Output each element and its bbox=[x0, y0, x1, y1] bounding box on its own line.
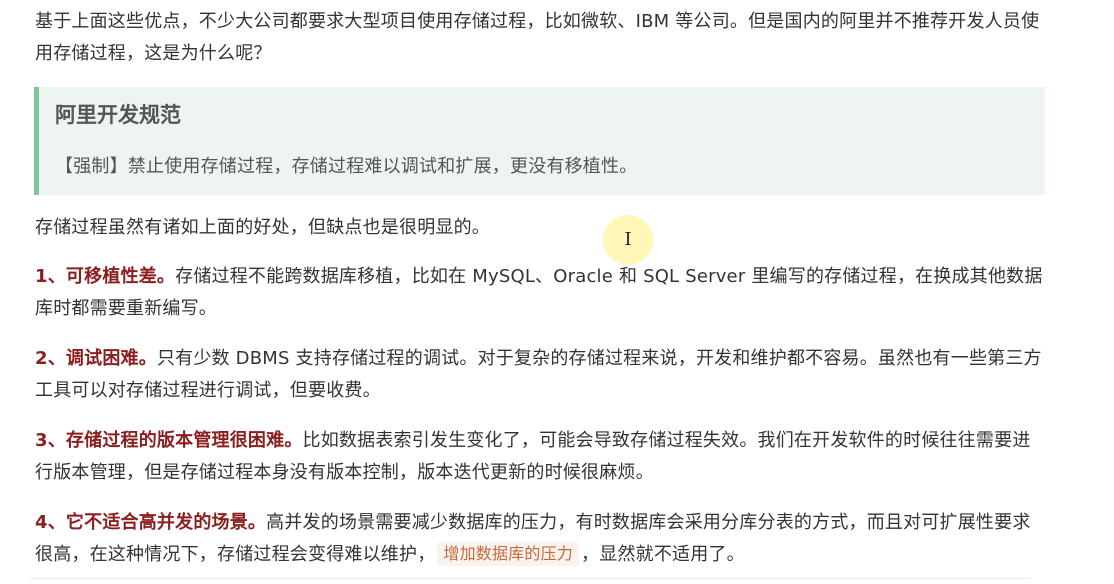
callout-title: 阿里开发规范 bbox=[55, 103, 181, 127]
inline-code-highlight: 增加数据库的压力 bbox=[437, 542, 580, 566]
summary-paragraph: 存储过程虽然有诸如上面的好处，但缺点也是很明显的。 bbox=[35, 217, 490, 238]
article-page: 基于上面这些优点，不少大公司都要求大型项目使用存储过程，比如微软、IBM 等公司… bbox=[0, 0, 1114, 584]
callout-text: 【强制】禁止使用存储过程，存储过程难以调试和扩展，更没有移植性。 bbox=[55, 156, 638, 177]
point-body-tail: ，显然就不适用了。 bbox=[581, 544, 745, 565]
alibaba-guideline-callout: 阿里开发规范 【强制】禁止使用存储过程，存储过程难以调试和扩展，更没有移植性。 bbox=[34, 87, 1045, 195]
point-debugging: 2、调试困难。只有少数 DBMS 支持存储过程的调试。对于复杂的存储过程来说，开… bbox=[35, 343, 1045, 407]
point-heading: 2、调试困难。 bbox=[35, 348, 157, 369]
point-heading: 3、存储过程的版本管理很困难。 bbox=[35, 430, 303, 451]
point-heading: 1、可移植性差。 bbox=[35, 266, 176, 287]
point-high-concurrency: 4、它不适合高并发的场景。高并发的场景需要减少数据库的压力，有时数据库会采用分库… bbox=[35, 507, 1045, 571]
intro-paragraph: 基于上面这些优点，不少大公司都要求大型项目使用存储过程，比如微软、IBM 等公司… bbox=[35, 11, 1040, 64]
point-body: 只有少数 DBMS 支持存储过程的调试。对于复杂的存储过程来说，开发和维护都不容… bbox=[35, 348, 1042, 401]
page-divider bbox=[30, 578, 1030, 584]
point-body: 存储过程不能跨数据库移植，比如在 MySQL、Oracle 和 SQL Serv… bbox=[35, 266, 1043, 319]
point-portability: 1、可移植性差。存储过程不能跨数据库移植，比如在 MySQL、Oracle 和 … bbox=[35, 261, 1045, 325]
point-version-control: 3、存储过程的版本管理很困难。比如数据表索引发生变化了，可能会导致存储过程失效。… bbox=[35, 425, 1045, 489]
text-cursor-icon: I bbox=[624, 229, 632, 250]
point-heading: 4、它不适合高并发的场景。 bbox=[35, 512, 267, 533]
